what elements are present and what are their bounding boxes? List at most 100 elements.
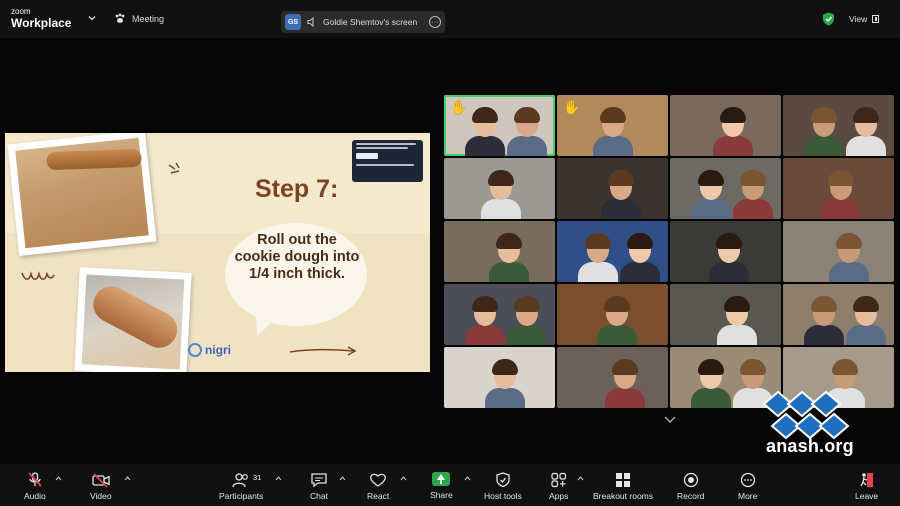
video-tile[interactable]	[444, 221, 555, 282]
zoom-window: zoom Workplace Meeting GS Goldie Shemtov…	[0, 0, 900, 506]
participant-body	[691, 388, 731, 408]
video-tile[interactable]	[783, 221, 894, 282]
chevron-down-icon[interactable]	[664, 416, 676, 424]
record-button[interactable]: Record	[677, 472, 704, 501]
caret-up-icon[interactable]	[577, 476, 584, 481]
react-button[interactable]: React	[367, 472, 389, 501]
caret-up-icon[interactable]	[275, 476, 282, 481]
participant-body	[846, 136, 886, 156]
nigri-logo: nigri	[188, 343, 231, 357]
participant-hair	[488, 170, 514, 186]
raised-hand-icon: ✋	[563, 99, 581, 115]
chat-label: Chat	[310, 491, 328, 501]
video-tile[interactable]	[670, 95, 781, 156]
chevron-down-icon[interactable]	[86, 12, 98, 24]
view-button[interactable]: View	[849, 14, 880, 24]
brand-logo: zoom Workplace	[11, 8, 72, 30]
caret-up-icon[interactable]	[464, 476, 471, 481]
participant-body	[713, 136, 753, 156]
participant-body	[605, 388, 645, 408]
meeting-info-button[interactable]: Meeting	[114, 13, 164, 24]
chat-button[interactable]: Chat	[310, 472, 328, 501]
audio-label: Audio	[24, 491, 46, 501]
dough-roll-photo	[74, 267, 192, 372]
participant-hair	[472, 107, 498, 123]
video-button[interactable]: Video	[90, 472, 112, 501]
arrow-right-icon	[289, 346, 357, 356]
video-tile[interactable]	[783, 158, 894, 219]
video-tile[interactable]	[557, 158, 668, 219]
popup-notification[interactable]	[352, 140, 423, 182]
participant-hair	[627, 233, 653, 249]
video-tile[interactable]	[783, 284, 894, 345]
video-tile[interactable]	[783, 95, 894, 156]
meeting-toolbar: Audio Video Participants 31 Chat React S…	[0, 464, 900, 506]
participant-body	[489, 262, 529, 282]
video-tile[interactable]	[557, 284, 668, 345]
caret-up-icon[interactable]	[339, 476, 346, 481]
participant-hair	[853, 296, 879, 312]
watermark-text: anash.org	[766, 436, 854, 456]
brand-line2: Workplace	[11, 16, 72, 30]
decor-squiggle-icon	[21, 271, 55, 281]
host-tools-button[interactable]: Host tools	[484, 472, 522, 501]
participant-body	[821, 199, 861, 219]
participants-icon	[232, 473, 249, 488]
participants-count: 31	[253, 473, 262, 482]
caret-up-icon[interactable]	[55, 476, 62, 481]
participant-body	[804, 325, 844, 345]
share-label-toolbar: Share	[430, 490, 453, 500]
audio-button[interactable]: Audio	[24, 472, 46, 501]
nigri-logo-mark-icon	[188, 343, 202, 357]
participant-hair	[492, 359, 518, 375]
share-button[interactable]: Share	[430, 472, 453, 500]
participant-body	[717, 325, 757, 345]
participant-hair	[514, 296, 540, 312]
breakout-rooms-button[interactable]: Breakout rooms	[593, 472, 653, 501]
participant-body	[465, 325, 505, 345]
participant-body	[593, 136, 633, 156]
more-icon	[740, 472, 755, 488]
shield-icon	[496, 472, 510, 488]
video-off-icon	[92, 473, 110, 488]
participant-hair	[514, 107, 540, 123]
meeting-label: Meeting	[132, 13, 165, 24]
video-label: Video	[90, 491, 112, 501]
record-icon	[683, 472, 698, 488]
apps-button[interactable]: Apps	[549, 472, 568, 501]
video-tile[interactable]	[670, 221, 781, 282]
caret-up-icon[interactable]	[124, 476, 131, 481]
more-button[interactable]: More	[738, 472, 757, 501]
video-tile[interactable]: ✋	[557, 95, 668, 156]
video-tile[interactable]	[670, 158, 781, 219]
view-layout-icon	[872, 15, 880, 23]
speaker-icon	[307, 17, 314, 27]
raised-hand-icon: ✋	[450, 99, 468, 115]
participant-body	[507, 136, 547, 156]
decor-lines-icon	[168, 162, 180, 174]
screen-share-pill[interactable]: GS Goldie Shemtov's screen ···	[281, 11, 445, 33]
video-tile[interactable]: ✋	[444, 95, 555, 156]
video-tile[interactable]	[444, 347, 555, 408]
paw-icon	[115, 13, 125, 23]
participant-hair	[600, 107, 626, 123]
more-options-icon[interactable]: ···	[429, 16, 441, 28]
participant-hair	[585, 233, 611, 249]
participant-hair	[472, 296, 498, 312]
participant-body	[507, 325, 547, 345]
participant-hair	[740, 170, 766, 186]
participant-body	[578, 262, 618, 282]
video-tile[interactable]	[444, 284, 555, 345]
participant-hair	[604, 296, 630, 312]
leave-button[interactable]: Leave	[855, 472, 878, 501]
shield-icon[interactable]	[822, 12, 835, 26]
leave-label: Leave	[855, 491, 879, 501]
video-tile[interactable]	[444, 158, 555, 219]
video-tile[interactable]	[557, 221, 668, 282]
video-gallery: ✋ ✋	[444, 95, 894, 410]
caret-up-icon[interactable]	[400, 476, 407, 481]
video-tile[interactable]	[557, 347, 668, 408]
leave-icon	[859, 473, 873, 487]
video-tile[interactable]	[670, 284, 781, 345]
share-screen-icon	[432, 472, 451, 486]
